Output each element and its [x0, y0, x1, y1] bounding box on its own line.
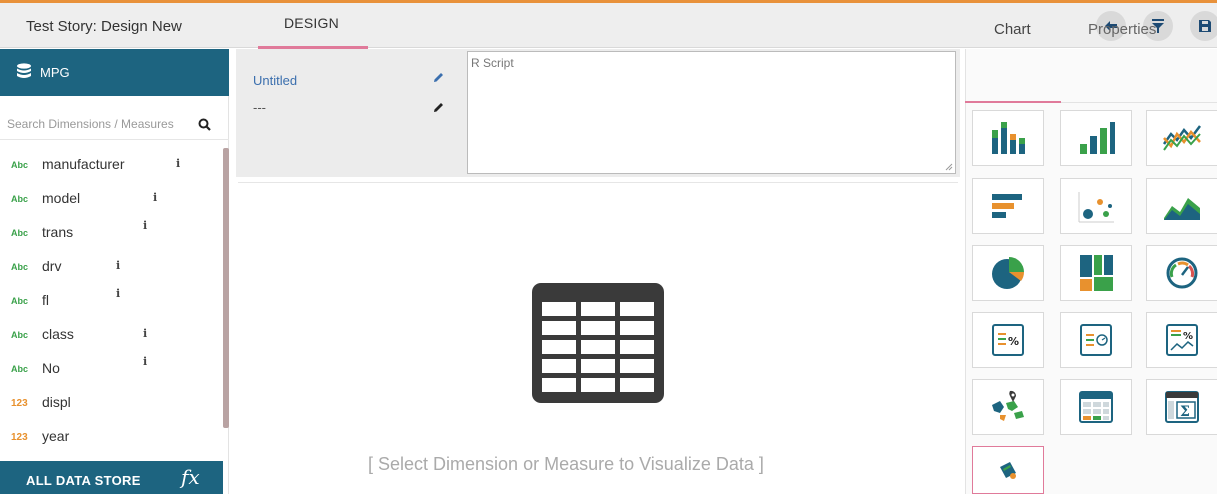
kpi-trend-icon: % — [1166, 324, 1198, 356]
area-chart-tile[interactable] — [1146, 178, 1217, 234]
search-icon[interactable] — [198, 118, 211, 131]
field-list-scrollbar[interactable] — [223, 148, 229, 428]
data-grid-icon — [1079, 391, 1113, 423]
active-tab-indicator — [965, 101, 1061, 103]
pivot-grid-tile[interactable]: Σ — [1146, 379, 1217, 435]
save-icon — [1199, 20, 1211, 32]
active-tab-indicator — [258, 46, 368, 49]
dimension-type-label: Abc — [11, 228, 29, 238]
all-data-store-label: ALL DATA STORE — [26, 473, 141, 488]
field-name: drv — [42, 258, 62, 274]
database-icon — [17, 63, 31, 78]
kpi-trend-tile[interactable]: % — [1146, 312, 1217, 368]
horizontal-bar-chart-icon — [992, 194, 1022, 218]
all-data-store-bar[interactable]: ALL DATA STORE fx — [0, 461, 223, 494]
field-search[interactable]: Search Dimensions / Measures — [0, 106, 229, 140]
line-chart-icon — [1162, 125, 1201, 151]
field-name: class — [42, 326, 74, 342]
svg-text:%: % — [1183, 331, 1193, 342]
svg-text:%: % — [1008, 335, 1019, 348]
gauge-tile[interactable] — [1146, 245, 1217, 301]
info-icon[interactable]: i — [116, 259, 120, 272]
treemap-tile[interactable] — [1060, 245, 1132, 301]
field-item-class[interactable]: Abc class i — [0, 324, 222, 348]
r-script-placeholder: R Script — [471, 56, 514, 70]
field-name: model — [42, 190, 81, 206]
info-icon[interactable]: i — [143, 219, 147, 232]
svg-text:Σ: Σ — [1180, 404, 1190, 420]
field-item-displ[interactable]: 123 displ — [0, 392, 222, 416]
dimension-type-label: Abc — [11, 194, 29, 204]
info-icon[interactable]: i — [116, 287, 120, 300]
scatter-chart-tile[interactable] — [1060, 178, 1132, 234]
field-item-fl[interactable]: Abc fl i — [0, 287, 222, 314]
edit-title-icon[interactable] — [433, 72, 444, 83]
view-subtitle[interactable]: --- — [253, 100, 266, 115]
tab-properties[interactable]: Properties — [1088, 21, 1156, 38]
info-icon[interactable]: i — [153, 191, 157, 204]
field-name: No — [42, 360, 60, 376]
measure-type-label: 123 — [11, 398, 28, 409]
field-item-year[interactable]: 123 year — [0, 426, 222, 450]
dimension-type-label: Abc — [11, 296, 29, 306]
info-icon[interactable]: i — [176, 157, 180, 170]
save-button[interactable] — [1190, 11, 1217, 41]
kpi-percent-icon: % — [992, 324, 1024, 356]
treemap-icon — [1080, 255, 1113, 291]
dimension-type-label: Abc — [11, 262, 29, 272]
kpi-percent-tile[interactable]: % — [972, 312, 1044, 368]
scatter-chart-icon — [1078, 192, 1114, 223]
dataset-header[interactable]: MPG — [0, 49, 229, 96]
field-item-model[interactable]: Abc model i — [0, 188, 222, 212]
line-chart-tile[interactable] — [1146, 110, 1217, 166]
field-name: trans — [42, 224, 74, 240]
bar-chart-icon — [1080, 122, 1115, 154]
measure-type-label: 123 — [11, 432, 28, 443]
r-script-icon — [1000, 462, 1016, 479]
view-title[interactable]: Untitled — [253, 73, 297, 88]
top-bar: Test Story: Design New DESIGN — [0, 3, 1217, 48]
dimension-type-label: Abc — [11, 364, 29, 374]
empty-state-message: [ Select Dimension or Measure to Visuali… — [368, 454, 764, 474]
horizontal-bar-chart-tile[interactable] — [972, 178, 1044, 234]
dimension-type-label: Abc — [11, 160, 29, 170]
r-script-editor[interactable]: R Script — [467, 51, 956, 174]
dimension-type-label: Abc — [11, 330, 29, 340]
field-name: year — [42, 428, 70, 444]
formula-icon[interactable]: fx — [181, 465, 200, 489]
pie-chart-icon — [992, 257, 1024, 289]
field-name: displ — [42, 394, 71, 410]
r-script-tile[interactable] — [972, 446, 1044, 494]
gauge-icon — [1166, 257, 1198, 289]
kpi-target-tile[interactable] — [1060, 312, 1132, 368]
bar-chart-tile[interactable] — [1060, 110, 1132, 166]
edit-subtitle-icon[interactable] — [433, 102, 444, 113]
tab-chart[interactable]: Chart — [994, 21, 1031, 38]
column-chart-icon — [992, 122, 1025, 154]
table-icon — [532, 283, 664, 403]
dataset-name: MPG — [40, 65, 70, 80]
area-chart-icon — [1164, 198, 1200, 220]
data-grid-tile[interactable] — [1060, 379, 1132, 435]
resize-grip-icon[interactable] — [945, 163, 953, 171]
tab-design[interactable]: DESIGN — [284, 15, 339, 31]
story-title: Test Story: Design New — [26, 18, 182, 35]
info-icon[interactable]: i — [143, 355, 147, 368]
field-item-manufacturer[interactable]: Abc manufacturer i — [0, 154, 222, 178]
field-name: manufacturer — [42, 156, 125, 172]
pie-chart-tile[interactable] — [972, 245, 1044, 301]
column-chart-tile[interactable] — [972, 110, 1044, 166]
info-icon[interactable]: i — [143, 327, 147, 340]
field-name: fl — [42, 292, 49, 308]
field-item-no[interactable]: Abc No i — [0, 355, 222, 382]
data-panel: MPG Search Dimensions / Measures Abc man… — [0, 49, 229, 494]
map-tile[interactable] — [972, 379, 1044, 435]
field-item-trans[interactable]: Abc trans i — [0, 219, 222, 246]
kpi-target-icon — [1080, 324, 1112, 356]
map-icon — [992, 390, 1024, 421]
pivot-grid-icon: Σ — [1165, 391, 1199, 423]
search-input[interactable]: Search Dimensions / Measures — [7, 117, 174, 131]
field-item-drv[interactable]: Abc drv i — [0, 256, 222, 280]
